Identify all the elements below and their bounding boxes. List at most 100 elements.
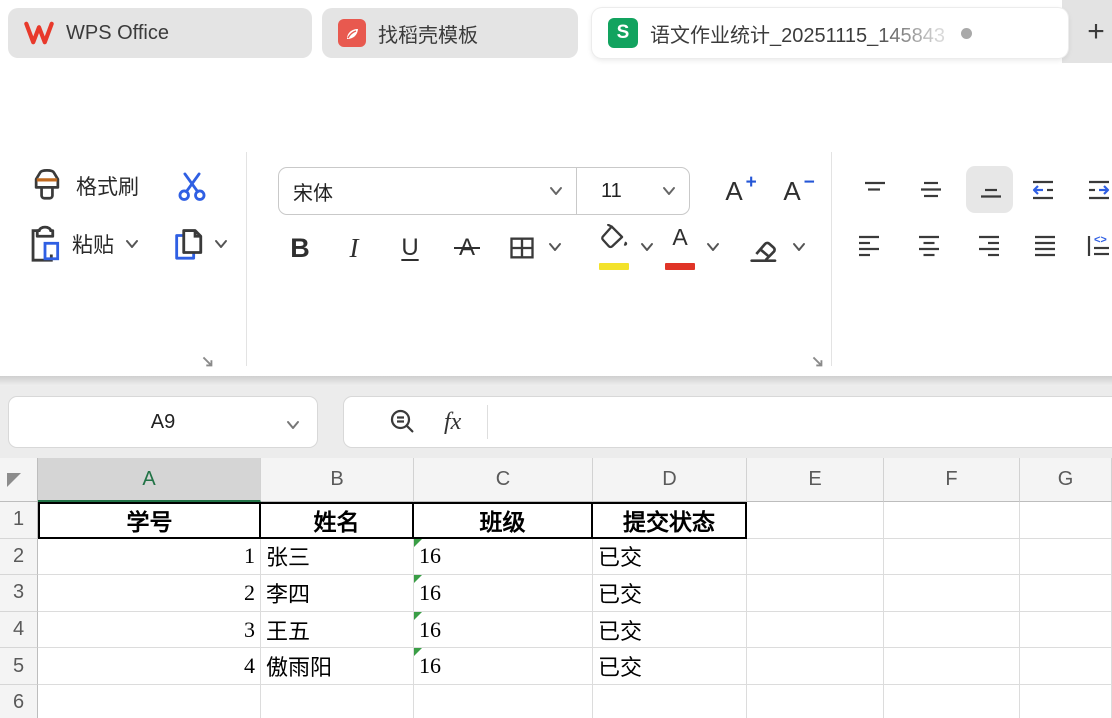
font-name-select[interactable]: 宋体: [279, 168, 577, 214]
align-left-button[interactable]: [856, 233, 882, 259]
paste-button[interactable]: 粘贴: [28, 222, 152, 266]
font-size-select[interactable]: 11: [577, 168, 689, 214]
cell-g3[interactable]: [1020, 575, 1112, 612]
font-color-button[interactable]: A: [660, 224, 700, 272]
row-header-4[interactable]: 4: [0, 612, 38, 649]
increase-indent-button[interactable]: [1086, 177, 1112, 203]
row-header-5[interactable]: 5: [0, 648, 38, 685]
cell-b5[interactable]: 傲雨阳: [261, 648, 414, 685]
cell-d6[interactable]: [593, 685, 747, 718]
justify-button[interactable]: [1032, 233, 1058, 259]
cut-button[interactable]: [172, 166, 212, 206]
cell-f2[interactable]: [884, 539, 1020, 576]
cell-e2[interactable]: [747, 539, 884, 576]
font-color-dropdown-button[interactable]: [704, 240, 722, 254]
cell-c5[interactable]: 16: [414, 648, 593, 685]
cell-a3[interactable]: 2: [38, 575, 261, 612]
cell-g4[interactable]: [1020, 612, 1112, 649]
cell-f1[interactable]: [884, 502, 1020, 539]
row-header-6[interactable]: 6: [0, 685, 38, 718]
bold-button[interactable]: B: [282, 228, 318, 268]
borders-dropdown-button[interactable]: [546, 240, 564, 254]
cell-d1[interactable]: 提交状态: [593, 502, 747, 539]
cell-c3[interactable]: 16: [414, 575, 593, 612]
borders-button[interactable]: [506, 230, 538, 266]
row-header-1[interactable]: 1: [0, 502, 38, 539]
name-box[interactable]: A9: [8, 396, 318, 448]
text-direction-button[interactable]: <>: [1086, 233, 1112, 259]
col-header-a[interactable]: A: [38, 458, 261, 502]
cell-d3[interactable]: 已交: [593, 575, 747, 612]
decrease-indent-button[interactable]: [1030, 177, 1056, 203]
tab-document[interactable]: S 语文作业统计_20251115_145843: [592, 8, 1068, 58]
cell-e1[interactable]: [747, 502, 884, 539]
cell-a6[interactable]: [38, 685, 261, 718]
new-tab-button[interactable]: +: [1078, 14, 1112, 50]
cell-f5[interactable]: [884, 648, 1020, 685]
cell-d5[interactable]: 已交: [593, 648, 747, 685]
row-header-3[interactable]: 3: [0, 575, 38, 612]
font-size-value: 11: [601, 180, 661, 203]
align-right-button[interactable]: [976, 233, 1002, 259]
strikethrough-button[interactable]: A: [449, 228, 485, 268]
clear-format-dropdown-button[interactable]: [790, 240, 808, 254]
clear-format-button[interactable]: [744, 228, 782, 268]
underline-button[interactable]: U: [392, 228, 428, 268]
formula-bar[interactable]: fx: [343, 396, 1112, 448]
select-all-corner[interactable]: [0, 458, 38, 502]
cell-c4[interactable]: 16: [414, 612, 593, 649]
col-header-d[interactable]: D: [593, 458, 747, 502]
cell-e5[interactable]: [747, 648, 884, 685]
formula-input[interactable]: [488, 397, 1112, 447]
tab-wps-home[interactable]: WPS Office: [8, 8, 312, 58]
cell-c2[interactable]: 16: [414, 539, 593, 576]
cell-b1[interactable]: 姓名: [261, 502, 414, 539]
decrease-font-button[interactable]: A−: [770, 170, 814, 212]
cell-d4[interactable]: 已交: [593, 612, 747, 649]
col-header-g[interactable]: G: [1020, 458, 1112, 502]
col-header-b[interactable]: B: [261, 458, 414, 502]
col-header-e[interactable]: E: [747, 458, 884, 502]
cell-a5[interactable]: 4: [38, 648, 261, 685]
cell-g2[interactable]: [1020, 539, 1112, 576]
cell-f3[interactable]: [884, 575, 1020, 612]
col-header-c[interactable]: C: [414, 458, 593, 502]
row-header-2[interactable]: 2: [0, 539, 38, 576]
cell-b6[interactable]: [261, 685, 414, 718]
fx-icon: fx: [444, 409, 461, 436]
cell-b4[interactable]: 王五: [261, 612, 414, 649]
clipboard-dialog-launcher[interactable]: [200, 354, 216, 370]
cell-c1[interactable]: 班级: [414, 502, 593, 539]
tab-docer-templates[interactable]: 找稻壳模板: [322, 8, 578, 58]
cell-e3[interactable]: [747, 575, 884, 612]
cell-f4[interactable]: [884, 612, 1020, 649]
font-color-bar: [665, 263, 695, 270]
cell-g6[interactable]: [1020, 685, 1112, 718]
cell-e4[interactable]: [747, 612, 884, 649]
format-painter-button[interactable]: 格式刷: [28, 164, 188, 208]
cell-g5[interactable]: [1020, 648, 1112, 685]
cell-b3[interactable]: 李四: [261, 575, 414, 612]
cell-c6[interactable]: [414, 685, 593, 718]
align-center-button[interactable]: [916, 233, 942, 259]
font-dialog-launcher[interactable]: [810, 354, 826, 370]
cell-a2[interactable]: 1: [38, 539, 261, 576]
align-middle-button[interactable]: [918, 177, 944, 203]
cell-g1[interactable]: [1020, 502, 1112, 539]
copy-button[interactable]: [168, 224, 232, 264]
fill-color-dropdown-button[interactable]: [638, 240, 656, 254]
align-bottom-button[interactable]: [977, 177, 1003, 203]
docer-icon: [338, 19, 366, 47]
cell-a4[interactable]: 3: [38, 612, 261, 649]
cell-e6[interactable]: [747, 685, 884, 718]
italic-button[interactable]: I: [336, 228, 372, 268]
increase-font-button[interactable]: A+: [712, 170, 756, 212]
cell-f6[interactable]: [884, 685, 1020, 718]
align-top-button[interactable]: [862, 177, 888, 203]
fill-color-button[interactable]: [594, 224, 634, 272]
col-header-f[interactable]: F: [884, 458, 1020, 502]
cell-d2[interactable]: 已交: [593, 539, 747, 576]
cell-a1[interactable]: 学号: [38, 502, 261, 539]
spreadsheet-grid: A B C D E F G 1 学号 姓名 班级 提交状态 2 1 张三 16 …: [0, 458, 1112, 718]
cell-b2[interactable]: 张三: [261, 539, 414, 576]
